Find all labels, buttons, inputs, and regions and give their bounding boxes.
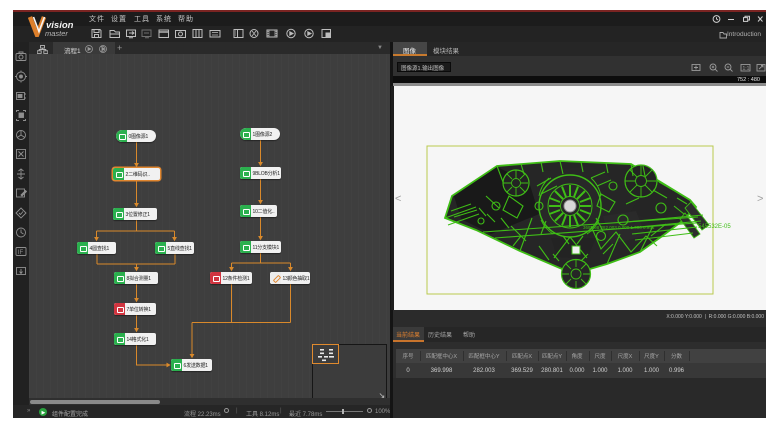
svg-text:369.998 282.003 0.000 1.000: 369.998 282.003 0.000 1.000 0.996: [583, 225, 655, 230]
svg-text:545532E-05: 545532E-05: [698, 224, 731, 230]
svg-text:>: >: [757, 193, 763, 205]
svg-text:IF: IF: [18, 250, 24, 256]
svg-text:1:1: 1:1: [743, 65, 750, 71]
svg-text:<: <: [395, 193, 401, 205]
